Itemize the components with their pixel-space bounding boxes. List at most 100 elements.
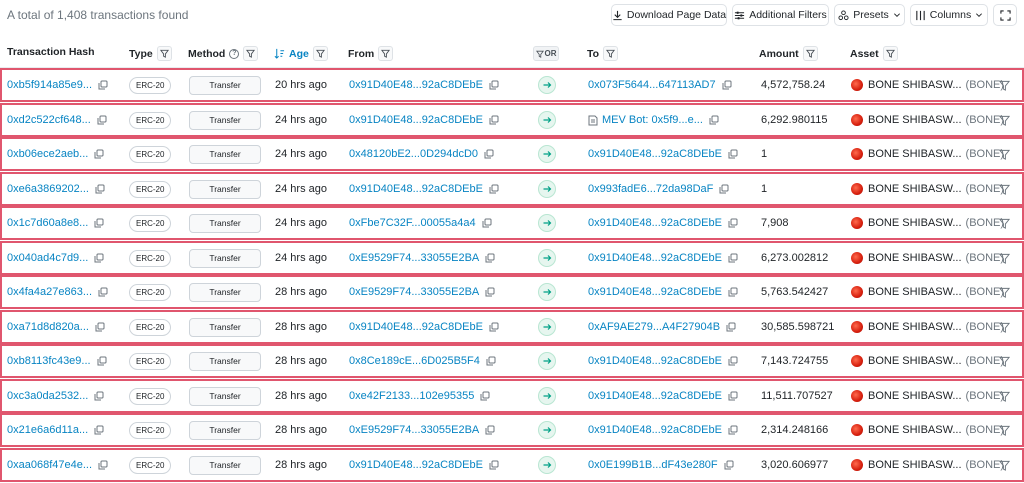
to-address-link[interactable]: 0x91D40E48...92aC8DEbE <box>588 252 722 264</box>
asset-row-filter-button[interactable] <box>999 208 1010 238</box>
asset-name-link[interactable]: BONE SHIBASW... <box>868 321 962 333</box>
transaction-hash-link[interactable]: 0x4fa4a27e863... <box>7 286 92 298</box>
fullscreen-button[interactable] <box>993 4 1017 26</box>
copy-icon[interactable] <box>724 460 734 470</box>
asset-name-link[interactable]: BONE SHIBASW... <box>868 252 962 264</box>
asset-name-link[interactable]: BONE SHIBASW... <box>868 114 962 126</box>
download-page-data-button[interactable]: Download Page Data <box>611 4 727 26</box>
asset-name-link[interactable]: BONE SHIBASW... <box>868 148 962 160</box>
copy-icon[interactable] <box>728 218 738 228</box>
asset-name-link[interactable]: BONE SHIBASW... <box>868 183 962 195</box>
copy-icon[interactable] <box>97 356 107 366</box>
copy-icon[interactable] <box>94 149 104 159</box>
copy-icon[interactable] <box>94 391 104 401</box>
copy-icon[interactable] <box>98 460 108 470</box>
transaction-hash-link[interactable]: 0xc3a0da2532... <box>7 390 88 402</box>
copy-icon[interactable] <box>485 253 495 263</box>
transaction-hash-link[interactable]: 0x1c7d60a8e8... <box>7 217 88 229</box>
from-address-link[interactable]: 0xE9529F74...33055E2BA <box>349 286 479 298</box>
copy-icon[interactable] <box>484 149 494 159</box>
copy-icon[interactable] <box>95 184 105 194</box>
copy-icon[interactable] <box>489 322 499 332</box>
from-address-link[interactable]: 0xFbe7C32F...00055a4a4 <box>349 217 476 229</box>
copy-icon[interactable] <box>486 356 496 366</box>
copy-icon[interactable] <box>726 322 736 332</box>
from-address-link[interactable]: 0x91D40E48...92aC8DEbE <box>349 79 483 91</box>
copy-icon[interactable] <box>489 460 499 470</box>
columns-dropdown[interactable]: Columns <box>910 4 988 26</box>
copy-icon[interactable] <box>94 253 104 263</box>
transaction-hash-link[interactable]: 0xe6a3869202... <box>7 183 89 195</box>
asset-name-link[interactable]: BONE SHIBASW... <box>868 217 962 229</box>
copy-icon[interactable] <box>728 425 738 435</box>
to-address-link[interactable]: 0x993fadE6...72da98DaF <box>588 183 713 195</box>
asset-row-filter-button[interactable] <box>999 346 1010 376</box>
help-icon[interactable]: ? <box>229 48 240 59</box>
transaction-hash-link[interactable]: 0x21e6a6d11a... <box>7 424 88 436</box>
asset-name-link[interactable]: BONE SHIBASW... <box>868 79 962 91</box>
asset-row-filter-button[interactable] <box>999 450 1010 480</box>
from-address-link[interactable]: 0x91D40E48...92aC8DEbE <box>349 459 483 471</box>
copy-icon[interactable] <box>98 80 108 90</box>
copy-icon[interactable] <box>485 425 495 435</box>
to-address-link[interactable]: 0x91D40E48...92aC8DEbE <box>588 148 722 160</box>
copy-icon[interactable] <box>485 287 495 297</box>
type-filter-button[interactable] <box>156 46 172 61</box>
to-address-link[interactable]: 0x91D40E48...92aC8DEbE <box>588 355 722 367</box>
copy-icon[interactable] <box>480 391 490 401</box>
asset-name-link[interactable]: BONE SHIBASW... <box>868 459 962 471</box>
from-filter-button[interactable] <box>378 46 394 61</box>
method-filter-button[interactable] <box>243 46 259 61</box>
transaction-hash-link[interactable]: 0xb06ece2aeb... <box>7 148 88 160</box>
from-address-link[interactable]: 0x91D40E48...92aC8DEbE <box>349 114 483 126</box>
asset-row-filter-button[interactable] <box>999 174 1010 204</box>
copy-icon[interactable] <box>94 218 104 228</box>
transaction-hash-link[interactable]: 0xaa068f47e4e... <box>7 459 92 471</box>
copy-icon[interactable] <box>95 322 105 332</box>
copy-icon[interactable] <box>728 356 738 366</box>
asset-name-link[interactable]: BONE SHIBASW... <box>868 390 962 402</box>
asset-name-link[interactable]: BONE SHIBASW... <box>868 286 962 298</box>
asset-name-link[interactable]: BONE SHIBASW... <box>868 355 962 367</box>
copy-icon[interactable] <box>728 149 738 159</box>
copy-icon[interactable] <box>94 425 104 435</box>
copy-icon[interactable] <box>709 115 719 125</box>
to-address-link[interactable]: 0x91D40E48...92aC8DEbE <box>588 217 722 229</box>
to-address-link[interactable]: MEV Bot: 0x5f9...e... <box>602 114 703 126</box>
asset-name-link[interactable]: BONE SHIBASW... <box>868 424 962 436</box>
copy-icon[interactable] <box>728 287 738 297</box>
transaction-hash-link[interactable]: 0xd2c522cf648... <box>7 114 91 126</box>
transaction-hash-link[interactable]: 0x040ad4c7d9... <box>7 252 88 264</box>
transaction-hash-link[interactable]: 0xb8113fc43e9... <box>7 355 91 367</box>
from-address-link[interactable]: 0x91D40E48...92aC8DEbE <box>349 183 483 195</box>
asset-filter-button[interactable] <box>882 46 898 61</box>
copy-icon[interactable] <box>489 184 499 194</box>
to-address-link[interactable]: 0x91D40E48...92aC8DEbE <box>588 286 722 298</box>
from-address-link[interactable]: 0x91D40E48...92aC8DEbE <box>349 321 483 333</box>
to-address-link[interactable]: 0x073F5644...647113AD7 <box>588 79 716 91</box>
asset-row-filter-button[interactable] <box>999 243 1010 273</box>
copy-icon[interactable] <box>489 80 499 90</box>
additional-filters-button[interactable]: Additional Filters <box>732 4 829 26</box>
to-filter-button[interactable] <box>603 46 619 61</box>
copy-icon[interactable] <box>722 80 732 90</box>
from-address-link[interactable]: 0x48120bE2...0D294dcD0 <box>349 148 478 160</box>
age-filter-button[interactable] <box>312 46 328 61</box>
copy-icon[interactable] <box>98 287 108 297</box>
copy-icon[interactable] <box>728 391 738 401</box>
asset-row-filter-button[interactable] <box>999 381 1010 411</box>
from-address-link[interactable]: 0xe42F2133...102e95355 <box>349 390 474 402</box>
asset-row-filter-button[interactable] <box>999 415 1010 445</box>
copy-icon[interactable] <box>482 218 492 228</box>
asset-row-filter-button[interactable] <box>999 312 1010 342</box>
from-address-link[interactable]: 0xE9529F74...33055E2BA <box>349 252 479 264</box>
transaction-hash-link[interactable]: 0xa71d8d820a... <box>7 321 89 333</box>
or-filter-button[interactable]: OR <box>533 46 559 61</box>
copy-icon[interactable] <box>489 115 499 125</box>
asset-row-filter-button[interactable] <box>999 105 1010 135</box>
to-address-link[interactable]: 0xAF9AE279...A4F27904B <box>588 321 720 333</box>
copy-icon[interactable] <box>719 184 729 194</box>
copy-icon[interactable] <box>97 115 107 125</box>
asset-row-filter-button[interactable] <box>999 70 1010 100</box>
transaction-hash-link[interactable]: 0xb5f914a85e9... <box>7 79 92 91</box>
